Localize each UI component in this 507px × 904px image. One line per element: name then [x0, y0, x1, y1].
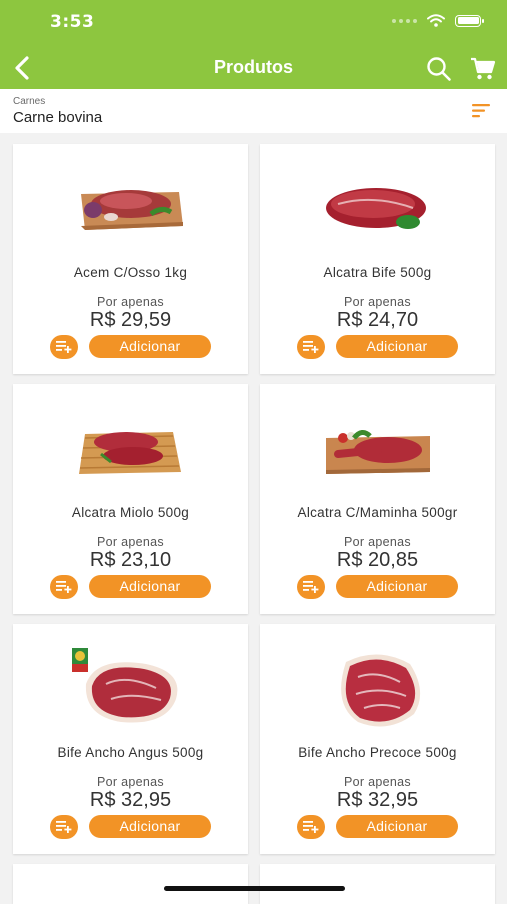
product-price: R$ 32,95 — [89, 789, 172, 811]
product-image-alcatra-miolo — [13, 404, 248, 494]
price-label: Por apenas — [97, 535, 164, 549]
product-name: Alcatra Bife 500g — [323, 265, 432, 280]
search-button[interactable] — [426, 56, 452, 82]
playlist-add-icon — [56, 581, 72, 593]
add-to-list-button[interactable] — [50, 575, 78, 599]
add-to-list-button[interactable] — [50, 335, 78, 359]
product-card[interactable]: Alcatra Bife 500g Por apenas R$ 24,70 Ad… — [260, 144, 495, 374]
playlist-add-icon — [303, 581, 319, 593]
search-icon — [427, 57, 451, 81]
product-name: Acem C/Osso 1kg — [73, 265, 188, 280]
add-to-list-button[interactable] — [50, 815, 78, 839]
product-card[interactable]: Acem C/Osso 1kg Por apenas R$ 29,59 Adic… — [13, 144, 248, 374]
cart-icon — [471, 57, 496, 80]
price-label: Por apenas — [344, 775, 411, 789]
add-button[interactable]: Adicionar — [89, 815, 211, 838]
product-name: Bife Ancho Precoce 500g — [298, 745, 457, 760]
product-name: Alcatra Miolo 500g — [71, 505, 190, 520]
home-indicator[interactable] — [164, 886, 345, 891]
product-card[interactable]: Alcatra Miolo 500g Por apenas R$ 23,10 A… — [13, 384, 248, 614]
product-image-acem — [13, 164, 248, 254]
status-time: 3:53 — [50, 12, 95, 32]
add-button[interactable]: Adicionar — [89, 335, 211, 358]
price-label: Por apenas — [344, 535, 411, 549]
add-button[interactable]: Adicionar — [336, 575, 458, 598]
add-to-list-button[interactable] — [297, 815, 325, 839]
sort-icon — [472, 104, 490, 118]
playlist-add-icon — [303, 821, 319, 833]
product-name: Bife Ancho Angus 500g — [57, 745, 204, 760]
product-card[interactable]: Alcatra C/Maminha 500gr Por apenas R$ 20… — [260, 384, 495, 614]
playlist-add-icon — [56, 821, 72, 833]
product-image-alcatra-bife — [260, 164, 495, 254]
price-label: Por apenas — [97, 295, 164, 309]
product-grid: Acem C/Osso 1kg Por apenas R$ 29,59 Adic… — [13, 144, 495, 904]
playlist-add-icon — [303, 341, 319, 353]
product-name: Alcatra C/Maminha 500gr — [297, 505, 458, 520]
app-header: 3:53 Produtos — [0, 0, 507, 89]
product-price: R$ 32,95 — [336, 789, 419, 811]
product-card[interactable]: Bife Ancho Precoce 500g Por apenas R$ 32… — [260, 624, 495, 854]
product-price: R$ 29,59 — [89, 309, 172, 331]
product-price: R$ 23,10 — [89, 549, 172, 571]
product-card-partial[interactable] — [260, 864, 495, 904]
add-button[interactable]: Adicionar — [336, 335, 458, 358]
breadcrumb-category: Carnes — [13, 96, 46, 107]
price-label: Por apenas — [97, 775, 164, 789]
product-image-bife-ancho-precoce — [260, 644, 495, 734]
product-price: R$ 24,70 — [336, 309, 419, 331]
product-image-bife-ancho-angus — [13, 644, 248, 734]
add-to-list-button[interactable] — [297, 575, 325, 599]
cart-button[interactable] — [470, 56, 496, 82]
add-to-list-button[interactable] — [297, 335, 325, 359]
add-button[interactable]: Adicionar — [336, 815, 458, 838]
product-card-partial[interactable] — [13, 864, 248, 904]
price-label: Por apenas — [344, 295, 411, 309]
playlist-add-icon — [56, 341, 72, 353]
sort-button[interactable] — [470, 101, 492, 121]
signal-icon — [392, 18, 417, 23]
add-button[interactable]: Adicionar — [89, 575, 211, 598]
breadcrumb-subcategory: Carne bovina — [13, 109, 103, 126]
product-image-alcatra-maminha — [260, 404, 495, 494]
product-card[interactable]: Bife Ancho Angus 500g Por apenas R$ 32,9… — [13, 624, 248, 854]
product-price: R$ 20,85 — [336, 549, 419, 571]
category-bar: Carnes Carne bovina — [0, 89, 507, 133]
wifi-icon — [427, 14, 445, 27]
battery-icon — [455, 14, 484, 27]
status-icons — [392, 14, 484, 27]
